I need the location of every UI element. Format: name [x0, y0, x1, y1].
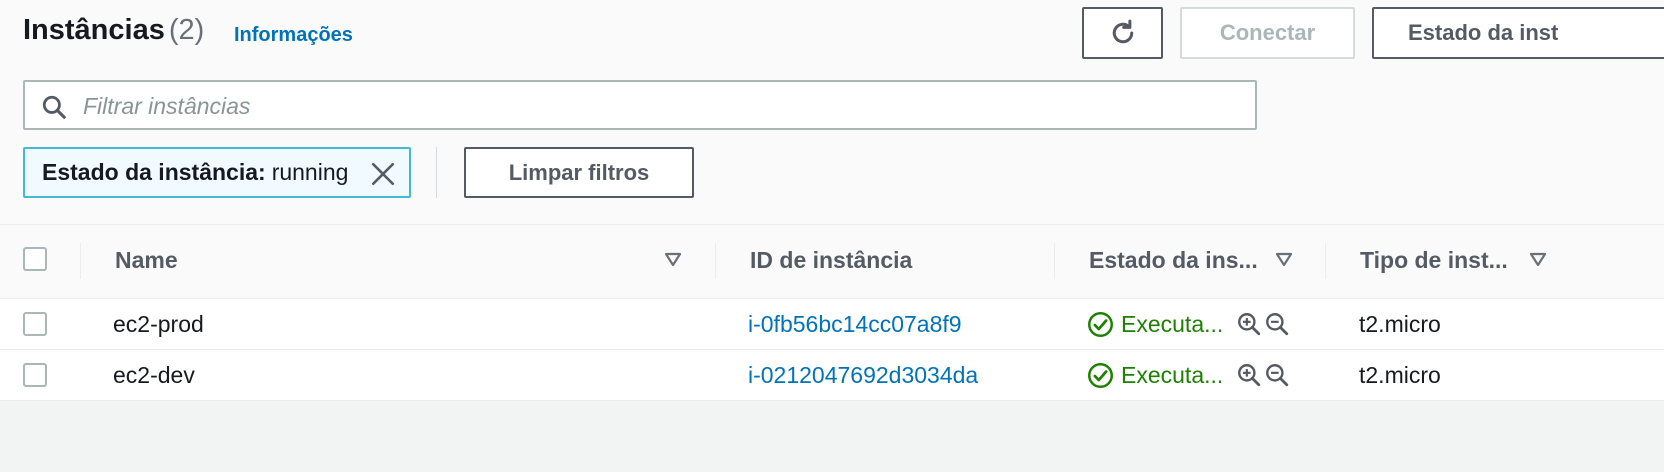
zoom-out-icon[interactable] [1264, 362, 1290, 388]
table-header: Name ID de instância Estado da ins... Ti… [0, 224, 1664, 299]
sort-icon[interactable] [1529, 252, 1547, 268]
zoom-in-icon[interactable] [1236, 311, 1262, 337]
filter-token-separator: : [258, 159, 266, 185]
filter-divider [436, 147, 437, 198]
page-title: Instâncias (2) [23, 14, 204, 47]
instance-type: t2.micro [1359, 311, 1441, 337]
instance-id-link[interactable]: i-0212047692d3034da [748, 362, 978, 389]
close-icon[interactable] [370, 161, 396, 187]
filter-token-key: Estado da instância [42, 159, 259, 185]
instance-id-link[interactable]: i-0fb56bc14cc07a8f9 [748, 311, 962, 338]
filter-token-value: running [271, 159, 349, 185]
instance-state-button[interactable]: Estado da inst [1372, 7, 1664, 59]
row-checkbox[interactable] [23, 363, 47, 387]
column-separator [1054, 243, 1055, 279]
instance-count: (2) [168, 14, 205, 46]
info-link[interactable]: Informações [234, 24, 353, 47]
column-header-id[interactable]: ID de instância [750, 247, 912, 274]
status-running-icon [1088, 312, 1113, 337]
column-header-type[interactable]: Tipo de inst... [1360, 247, 1508, 274]
sort-icon[interactable] [664, 252, 682, 268]
page-title-text: Instâncias [23, 14, 165, 46]
column-separator [80, 243, 81, 279]
clear-filters-button[interactable]: Limpar filtros [464, 147, 694, 198]
zoom-out-icon[interactable] [1264, 311, 1290, 337]
column-header-name[interactable]: Name [115, 247, 178, 274]
table-row[interactable]: ec2-prod i-0fb56bc14cc07a8f9 Executa... … [0, 299, 1664, 350]
search-box[interactable] [23, 80, 1257, 130]
refresh-icon [1112, 19, 1133, 44]
zoom-in-icon[interactable] [1236, 362, 1262, 388]
instance-type: t2.micro [1359, 362, 1441, 388]
instances-table: Name ID de instância Estado da ins... Ti… [0, 224, 1664, 401]
instance-state: Executa... [1121, 362, 1224, 388]
column-separator [715, 243, 716, 279]
connect-button[interactable]: Conectar [1180, 7, 1355, 59]
sort-icon[interactable] [1275, 252, 1293, 268]
search-input[interactable] [81, 88, 1245, 124]
row-checkbox[interactable] [23, 312, 47, 336]
instance-name: ec2-dev [113, 362, 195, 388]
filter-token: Estado da instância: running [23, 147, 411, 198]
column-header-state[interactable]: Estado da ins... [1089, 247, 1258, 274]
table-row[interactable]: ec2-dev i-0212047692d3034da Executa... t… [0, 350, 1664, 401]
refresh-button[interactable] [1082, 7, 1163, 59]
status-running-icon [1088, 363, 1113, 388]
instance-state: Executa... [1121, 311, 1224, 337]
search-icon [42, 95, 66, 119]
header-area: Instâncias (2) Informações Conectar Estad… [0, 0, 1664, 224]
select-all-checkbox[interactable] [23, 247, 47, 271]
column-separator [1325, 243, 1326, 279]
instance-name: ec2-prod [113, 311, 204, 337]
